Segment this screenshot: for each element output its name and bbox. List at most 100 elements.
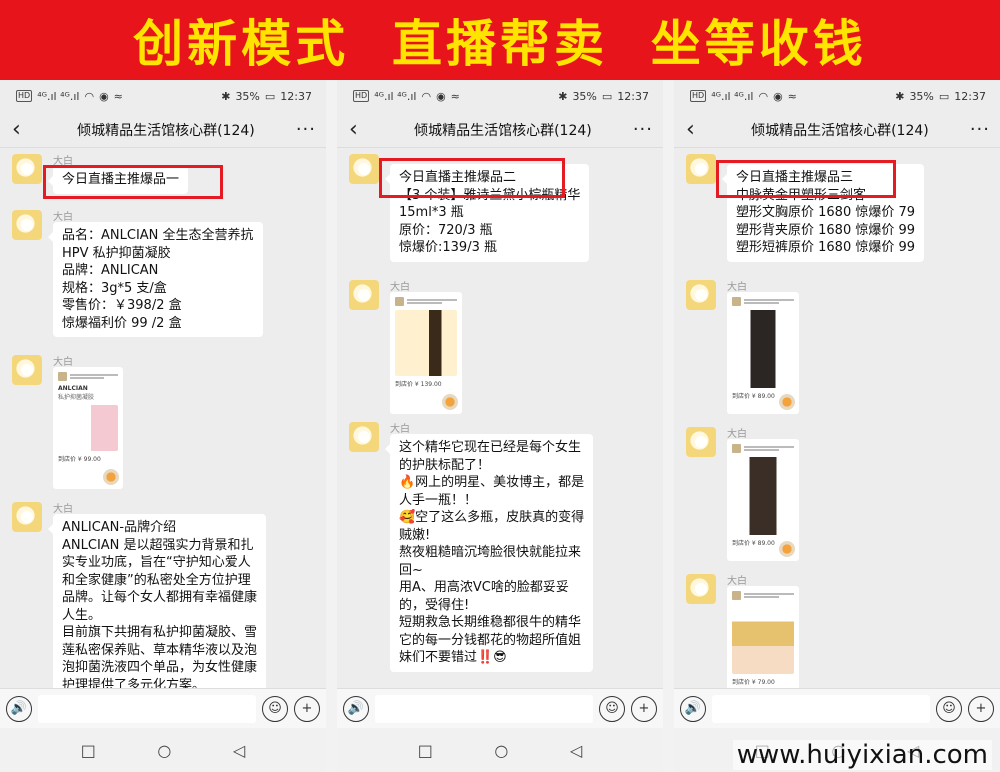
card-price: 到店价 ¥ 99.00 [58,456,101,463]
qr-code-icon [442,394,458,410]
message: 大白 ANLICAN-品牌介绍 ANLCIAN 是以超强实力背景和扎 实专业功底… [12,500,316,688]
chat-title: 倾城精品生活馆核心群(124) [414,122,592,139]
sender-name: 大白 [53,212,73,223]
back-icon[interactable]: ‹ [349,117,373,142]
message-bubble[interactable]: 这个精华它现在已经是每个女生 的护肤标配了！ 🔥网上的明星、美妆博主，都是 人手… [384,434,594,672]
emoji-icon[interactable]: ☺ [262,695,288,722]
avatar[interactable] [349,422,379,452]
product-card[interactable]: 到店价 ¥ 89.00 [727,439,799,561]
phone-screen-1: HD ⁴ᴳ.ıl ⁴ᴳ.ıl ◠ ◉ ≈ ✱ 35% ▭ 12:37 ‹ 倾城精品生活馆核心群… [0,80,326,772]
sender-name: 大白 [390,282,410,293]
message-list[interactable]: 今日直播主推爆品三 中脉黄金甲塑形三剑客 塑形文胸原价 1680 惊爆价 79 … [674,150,1000,688]
back-nav-icon[interactable]: ◁ [233,741,245,760]
avatar[interactable] [686,574,716,604]
message-list[interactable]: 今日直播主推爆品二 【3 个装】雅诗兰黛小棕瓶精华 15ml*3 瓶 原价：72… [337,150,663,688]
avatar[interactable] [12,355,42,385]
message: 大白 这个精华它现在已经是每个女生 的护肤标配了！ 🔥网上的明星、美妆博主，都是… [349,420,653,680]
avatar[interactable] [686,154,716,184]
card-avatar [732,591,741,600]
product-image [732,310,794,388]
status-bar: HD ⁴ᴳ.ıl ⁴ᴳ.ıl ◠ ◉ ≈ ✱ 35% ▭ 12:37 [337,80,663,112]
card-subtitle: 私护抑菌凝胶 [58,394,95,401]
message: 大白 ANLCIAN 私护抑菌凝胶 到店价 ¥ 99.00 [12,353,316,493]
back-nav-icon[interactable]: ◁ [570,741,582,760]
voice-icon[interactable]: 🔊 [6,695,32,722]
home-icon[interactable]: ○ [494,741,508,760]
message-input[interactable] [38,694,256,723]
highlight-box [379,158,565,198]
recent-apps-icon[interactable]: □ [418,741,433,760]
product-card[interactable]: 到店价 ¥ 79.00 [727,586,799,688]
product-card[interactable]: 到店价 ¥ 139.00 [390,292,462,414]
bluetooth-icon: ✱ [558,89,568,103]
avatar[interactable] [349,280,379,310]
website-watermark: www.huiyixian.com [732,740,992,770]
message-input[interactable] [712,694,930,723]
home-icon[interactable]: ○ [157,741,171,760]
sender-name: 大白 [53,504,73,515]
message-bubble[interactable]: ANLICAN-品牌介绍 ANLCIAN 是以超强实力背景和扎 实专业功底，旨在… [47,514,267,688]
emoji-icon[interactable]: ☺ [599,695,625,722]
back-icon[interactable]: ‹ [12,117,36,142]
battery-level: 35% [909,89,934,103]
message: 大白 到店价 ¥ 89.00 [686,278,990,418]
sender-name: 大白 [390,424,410,435]
clock: 12:37 [280,89,312,103]
more-icon[interactable]: ··· [633,119,653,140]
avatar[interactable] [686,427,716,457]
product-card[interactable]: ANLCIAN 私护抑菌凝胶 到店价 ¥ 99.00 [53,367,123,489]
card-avatar [732,297,741,306]
product-image [732,457,794,535]
avatar[interactable] [12,154,42,184]
avatar[interactable] [349,154,379,184]
input-bar: 🔊 ☺ + [0,688,326,728]
battery-icon: ▭ [601,89,613,103]
chat-title: 倾城精品生活馆核心群(124) [751,122,929,139]
voice-icon[interactable]: 🔊 [343,695,369,722]
card-avatar [732,444,741,453]
highlight-box [716,160,896,198]
input-bar: 🔊 ☺ + [337,688,663,728]
hd-icon: HD [16,90,33,102]
back-icon[interactable]: ‹ [686,117,710,142]
eye-icon: ◉ [436,89,446,103]
wifi-icon: ◠ [84,89,95,103]
plus-icon[interactable]: + [968,695,994,722]
battery-level: 35% [235,89,260,103]
sender-name: 大白 [727,429,747,440]
bluetooth-icon: ✱ [221,89,231,103]
banner-text: 创新模式 直播帮卖 坐等收钱 [133,15,867,73]
avatar[interactable] [686,280,716,310]
system-nav: □ ○ ◁ [0,728,326,772]
more-icon[interactable]: ··· [296,119,316,140]
message: 大白 到店价 ¥ 89.00 [686,425,990,565]
phone-screen-2: HD ⁴ᴳ.ıl ⁴ᴳ.ıl ◠ ◉ ≈ ✱ 35% ▭ 12:37 ‹ 倾城精品生活馆核心群… [337,80,663,772]
emoji-icon[interactable]: ☺ [936,695,962,722]
message-list[interactable]: 大白 今日直播主推爆品一 大白 品名：ANLCIAN 全生态全营养抗 HPV 私… [0,150,326,688]
plus-icon[interactable]: + [294,695,320,722]
card-avatar [395,297,404,306]
clock: 12:37 [617,89,649,103]
product-image [395,310,457,376]
message-input[interactable] [375,694,593,723]
status-bar: HD ⁴ᴳ.ıl ⁴ᴳ.ıl ◠ ◉ ≈ ✱ 35% ▭ 12:37 [0,80,326,112]
wifi-icon: ◠ [758,89,769,103]
system-nav: □ ○ ◁ [337,728,663,772]
recent-apps-icon[interactable]: □ [81,741,96,760]
chat-title: 倾城精品生活馆核心群(124) [77,122,255,139]
product-card[interactable]: 到店价 ¥ 89.00 [727,292,799,414]
message-bubble[interactable]: 品名：ANLCIAN 全生态全营养抗 HPV 私护抑菌凝胶 品牌：ANLICAN… [48,222,263,337]
sender-name: 大白 [727,282,747,293]
more-icon[interactable]: ··· [970,119,990,140]
qr-code-icon [103,469,119,485]
card-avatar [58,372,67,381]
avatar[interactable] [12,210,42,240]
battery-icon: ▭ [938,89,950,103]
message: 大白 到店价 ¥ 139.00 [349,278,653,418]
voice-icon[interactable]: 🔊 [680,695,706,722]
qr-code-icon [779,541,795,557]
avatar[interactable] [12,502,42,532]
card-price: 到店价 ¥ 139.00 [395,381,442,388]
plus-icon[interactable]: + [631,695,657,722]
eye-icon: ◉ [99,89,109,103]
